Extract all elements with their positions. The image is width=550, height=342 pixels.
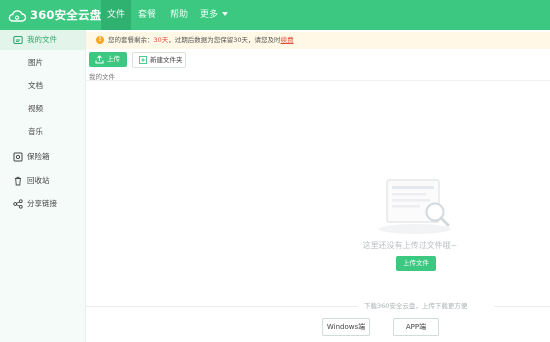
sidebar-item-safe[interactable]: 保险箱 — [0, 147, 85, 167]
brand-logo[interactable]: 360安全云盘 — [8, 7, 101, 23]
sidebar-item-label: 视频 — [28, 104, 43, 113]
download-windows-button[interactable]: Windows端 — [322, 318, 370, 336]
sidebar-item-recycle-bin[interactable]: 回收站 — [0, 171, 85, 191]
notice-middle: ，过期后数据为您保留30天，请您及时 — [168, 36, 281, 44]
notice-prefix: 您的套餐剩余： — [108, 36, 154, 44]
renew-link[interactable]: 续费 — [281, 36, 294, 44]
renewal-notice-bar: ! 您的套餐剩余：30天，过期后数据为您保留30天，请您及时续费 — [86, 32, 550, 49]
sidebar-item-share-links[interactable]: 分享链接 — [0, 194, 85, 214]
download-app-button[interactable]: APP端 — [393, 318, 439, 336]
upload-button-label: 上传 — [107, 55, 120, 63]
nav-tab-files[interactable]: 文件 — [101, 0, 131, 30]
notice-days: 30天 — [153, 36, 169, 44]
nav-more-label: 更多 — [200, 10, 219, 20]
cloud-logo-icon — [8, 9, 26, 22]
upload-button[interactable]: 上传 — [89, 52, 127, 67]
warning-icon: ! — [96, 36, 104, 44]
sidebar: 我的文件 图片 文档 视频 音乐 保险箱 回收站 分享链接 — [0, 30, 86, 342]
cloud-folder-icon — [13, 36, 23, 44]
empty-state-message: 这里还没有上传过文件哦~ — [362, 241, 458, 250]
sidebar-item-documents[interactable]: 文档 — [0, 76, 85, 96]
sidebar-item-images[interactable]: 图片 — [0, 53, 85, 73]
sidebar-item-music[interactable]: 音乐 — [0, 122, 85, 142]
sidebar-item-label: 保险箱 — [27, 152, 50, 161]
notice-text: 您的套餐剩余：30天，过期后数据为您保留30天，请您及时续费 — [108, 32, 294, 49]
share-icon — [13, 199, 23, 209]
divider — [86, 80, 550, 81]
sidebar-item-label: 文档 — [28, 81, 43, 90]
brand-name: 360安全云盘 — [30, 8, 102, 22]
empty-folder-illustration — [379, 179, 451, 234]
nav-tab-packages[interactable]: 套餐 — [138, 0, 156, 30]
new-folder-icon — [139, 56, 147, 64]
divider — [494, 306, 550, 307]
upload-icon — [95, 55, 104, 64]
sidebar-item-my-files[interactable]: 我的文件 — [0, 30, 85, 50]
sidebar-item-label: 分享链接 — [27, 199, 57, 208]
sidebar-item-label: 我的文件 — [27, 35, 57, 44]
new-folder-button[interactable]: 新建文件夹 — [132, 52, 186, 68]
nav-tab-more[interactable]: 更多 — [200, 0, 229, 30]
top-navigation-bar: 360安全云盘 文件 套餐 帮助 更多 — [0, 0, 550, 30]
download-promo: 下载360安全云盘，上传下载更方便 — [86, 302, 550, 310]
upload-file-button[interactable]: 上传文件 — [396, 256, 436, 271]
nav-tab-help[interactable]: 帮助 — [170, 0, 188, 30]
sidebar-item-label: 图片 — [28, 58, 43, 67]
new-folder-button-label: 新建文件夹 — [150, 56, 183, 64]
sidebar-item-label: 音乐 — [28, 127, 43, 136]
chevron-down-icon — [222, 12, 229, 16]
sidebar-item-label: 回收站 — [27, 176, 50, 185]
download-promo-text: 下载360安全云盘，上传下载更方便 — [364, 302, 468, 310]
safe-icon — [13, 152, 23, 162]
sidebar-item-videos[interactable]: 视频 — [0, 99, 85, 119]
divider — [86, 306, 358, 307]
recycle-bin-icon — [15, 176, 21, 186]
